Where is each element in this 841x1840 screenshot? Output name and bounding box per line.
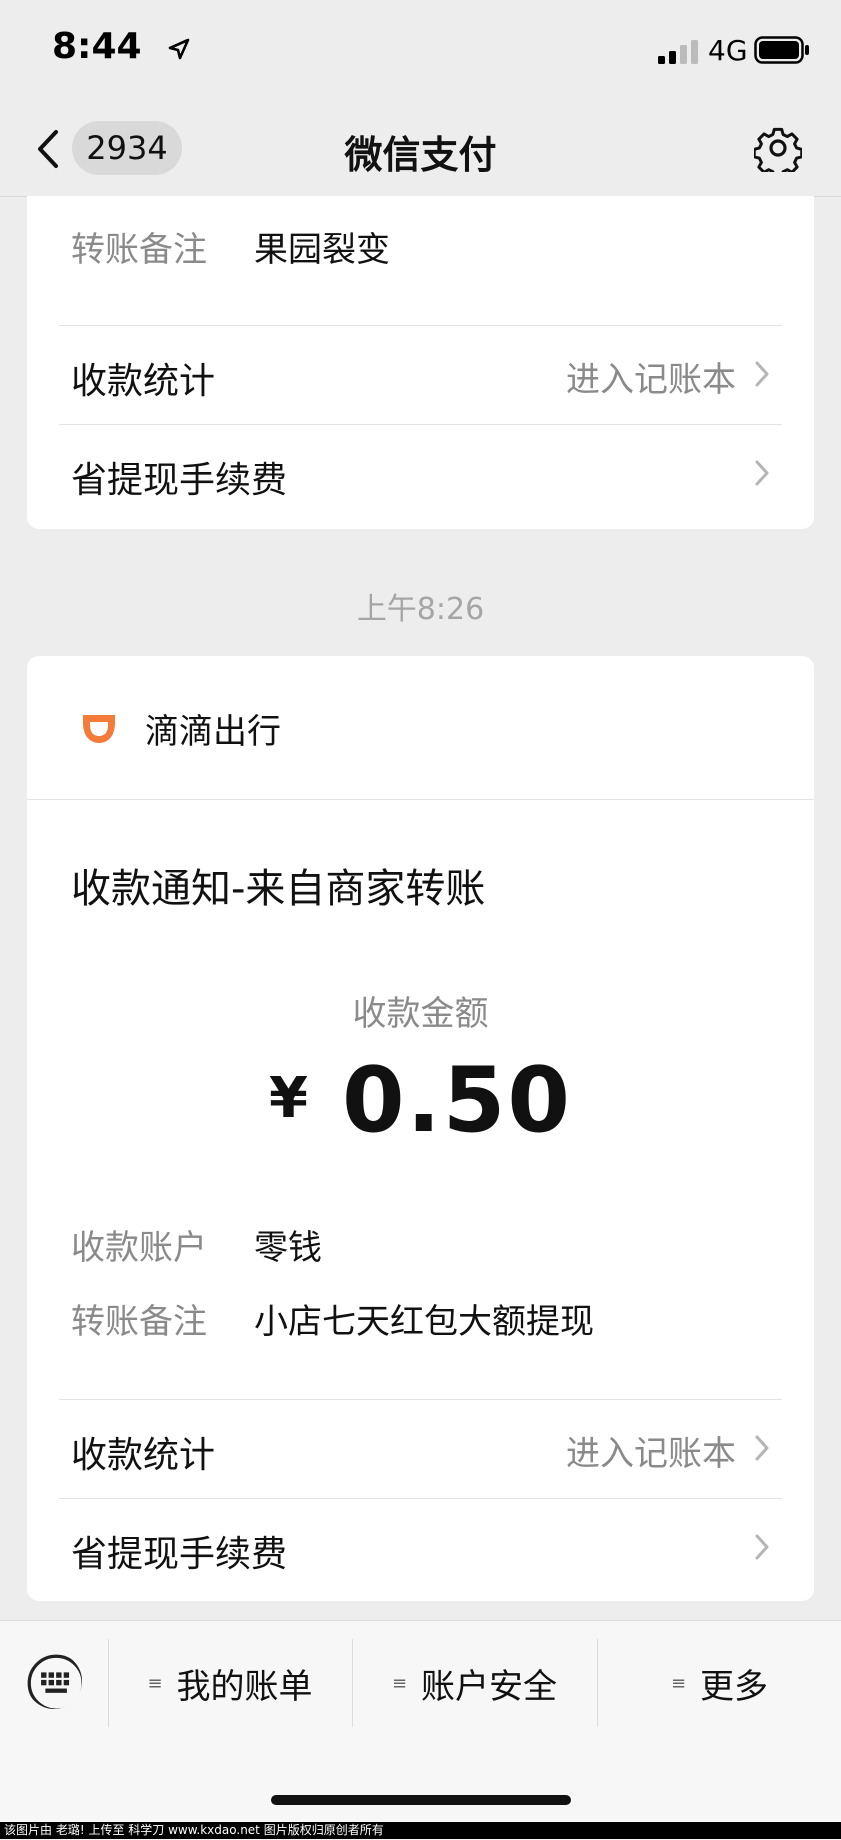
- menu-icon: ≡: [670, 1672, 687, 1694]
- receipt-card[interactable]: 滴滴出行 收款通知-来自商家转账 收款金额 ¥0.50 收款账户 零钱 转账备注…: [27, 656, 814, 1601]
- signal-icon: [658, 40, 698, 64]
- nav-bar: 2934 微信支付: [0, 100, 841, 197]
- transfer-note-value: 果园裂变: [254, 230, 390, 270]
- chevron-right-icon: [755, 361, 769, 387]
- stats-row[interactable]: 收款统计 进入记账本: [27, 326, 814, 424]
- status-bar: 8:44 4G: [0, 0, 841, 100]
- fee-row[interactable]: 省提现手续费: [27, 425, 814, 525]
- status-time: 8:44: [52, 26, 142, 67]
- stats-label: 收款统计: [71, 1435, 216, 1476]
- bottom-toolbar: ≡ 我的账单 ≡ 账户安全 ≡ 更多: [0, 1620, 841, 1840]
- network-type: 4G: [708, 34, 748, 67]
- previous-receipt-card: 转账备注 果园裂变 收款统计 进入记账本 省提现手续费: [27, 196, 814, 529]
- amount-value: 0.50: [341, 1048, 573, 1153]
- currency-symbol: ¥: [268, 1066, 308, 1131]
- fee-label: 省提现手续费: [71, 460, 288, 501]
- gear-icon[interactable]: [754, 124, 802, 172]
- ledger-link[interactable]: 进入记账本: [566, 1426, 736, 1475]
- amount-label: 收款金额: [352, 994, 489, 1034]
- page-title: 微信支付: [344, 133, 497, 177]
- keyboard-icon[interactable]: [26, 1653, 82, 1709]
- menu-my-bills[interactable]: ≡ 我的账单: [109, 1639, 351, 1727]
- transfer-note-value: 小店七天红包大额提现: [254, 1302, 594, 1342]
- notice-title: 收款通知-来自商家转账: [71, 866, 486, 912]
- account-value: 零钱: [254, 1228, 322, 1268]
- chevron-right-icon: [755, 1534, 769, 1560]
- stats-row[interactable]: 收款统计 进入记账本: [27, 1400, 814, 1498]
- fee-label: 省提现手续费: [71, 1534, 288, 1575]
- menu-icon: ≡: [391, 1672, 408, 1694]
- home-indicator[interactable]: [271, 1795, 571, 1805]
- divider: [27, 799, 814, 800]
- menu-account-security[interactable]: ≡ 账户安全: [353, 1639, 596, 1727]
- transfer-note-label: 转账备注: [71, 230, 207, 270]
- menu-icon: ≡: [147, 1672, 163, 1694]
- transfer-note-label: 转账备注: [71, 1302, 207, 1342]
- didi-logo-icon: [83, 715, 115, 743]
- merchant-name: 滴滴出行: [145, 712, 281, 752]
- message-timestamp: 上午8:26: [356, 592, 485, 627]
- menu-label: 更多: [700, 1666, 769, 1707]
- chevron-right-icon: [755, 460, 769, 486]
- menu-label: 账户安全: [421, 1666, 558, 1707]
- menu-more[interactable]: ≡ 更多: [598, 1639, 841, 1727]
- fee-row[interactable]: 省提现手续费: [27, 1499, 814, 1599]
- location-arrow-icon: [168, 38, 190, 60]
- stats-label: 收款统计: [71, 361, 216, 402]
- amount: ¥0.50: [27, 1048, 814, 1153]
- menu-label: 我的账单: [176, 1666, 313, 1707]
- account-label: 收款账户: [71, 1228, 207, 1268]
- watermark-text: 该图片由 老璐! 上传至 科学刀 www.kxdao.net 图片版权归原创者所…: [0, 1822, 841, 1839]
- battery-icon: [754, 36, 809, 64]
- ledger-link[interactable]: 进入记账本: [566, 352, 736, 401]
- chevron-right-icon: [755, 1435, 769, 1461]
